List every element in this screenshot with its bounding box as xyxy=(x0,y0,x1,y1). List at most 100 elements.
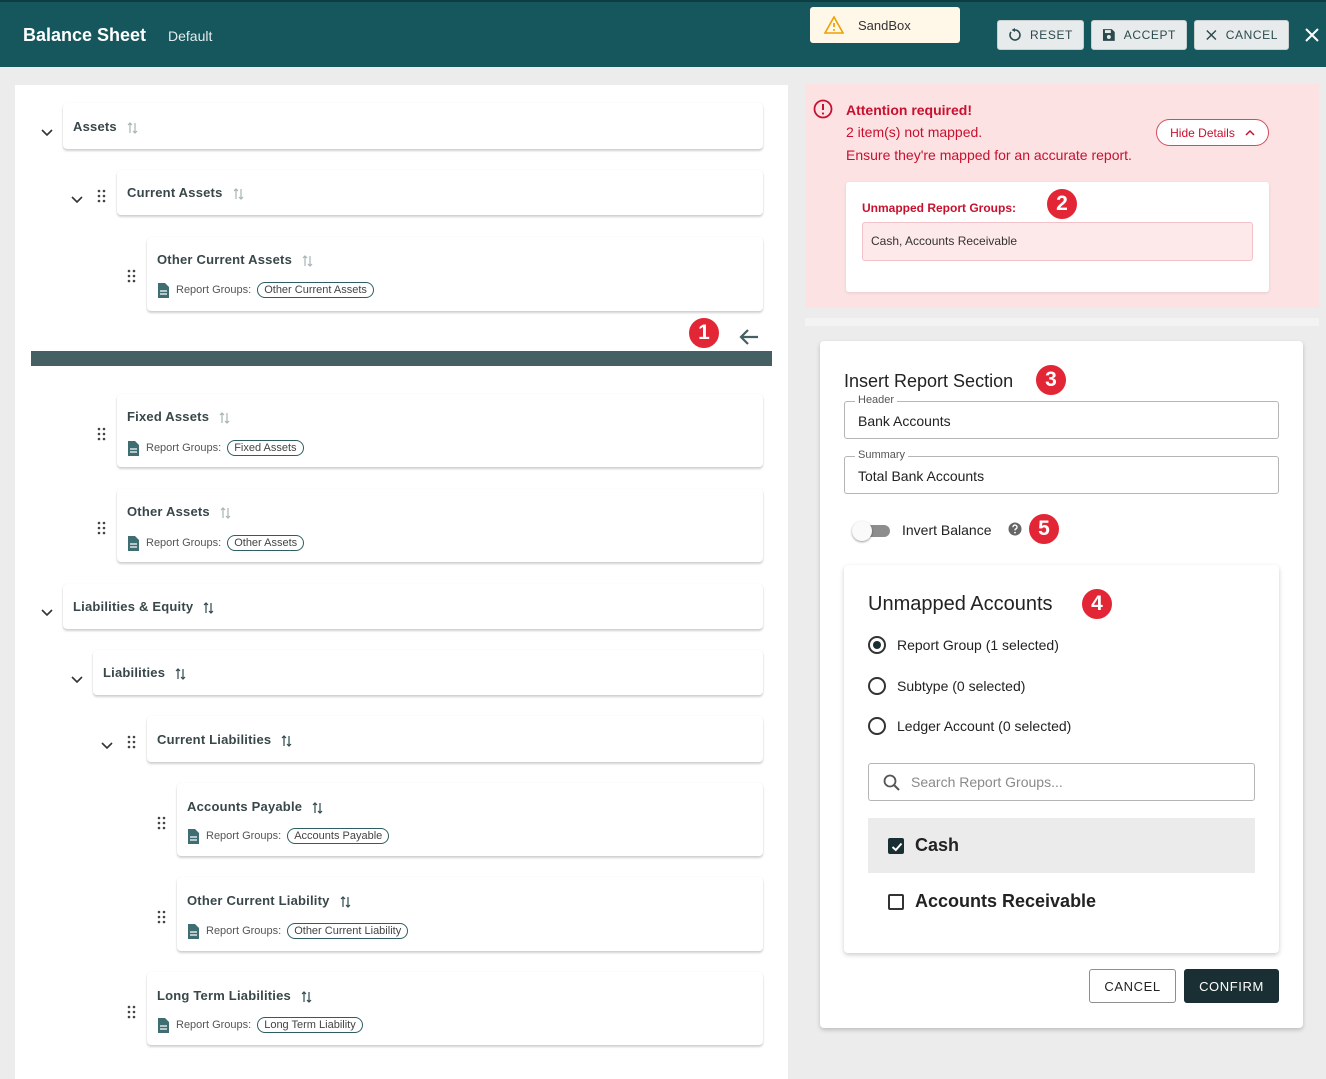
section-title: Insert Report Section xyxy=(844,371,1014,391)
radio-selected-icon xyxy=(868,636,886,654)
chevron-down-icon[interactable] xyxy=(41,126,53,138)
reset-icon xyxy=(1009,28,1021,41)
sort-icon[interactable] xyxy=(175,667,187,680)
section-card-other-current-assets[interactable]: Other Current Assets Report Groups: Othe… xyxy=(147,237,763,311)
section-card-liabilities[interactable]: Liabilities xyxy=(93,650,763,695)
sandbox-badge: SandBox xyxy=(810,7,960,43)
report-group-chip: Other Assets xyxy=(227,535,305,551)
drag-handle-icon[interactable] xyxy=(157,816,167,830)
drag-handle-icon[interactable] xyxy=(127,1005,137,1019)
cancel-dialog-button[interactable]: CANCEL xyxy=(1089,969,1176,1003)
chevron-down-icon[interactable] xyxy=(41,606,53,618)
accept-label: ACCEPT xyxy=(1123,28,1176,42)
section-label: Fixed Assets xyxy=(127,409,210,424)
sort-icon[interactable] xyxy=(302,254,314,267)
drag-handle-icon[interactable] xyxy=(157,910,167,924)
alert-message: Ensure they're mapped for an accurate re… xyxy=(846,147,1132,163)
report-group-chip: Long Term Liability xyxy=(257,1017,363,1033)
drag-handle-icon[interactable] xyxy=(127,735,137,749)
unmapped-accounts-title: Unmapped Accounts xyxy=(868,593,1053,615)
sort-icon[interactable] xyxy=(312,801,324,814)
section-label: Long Term Liabilities xyxy=(157,988,291,1003)
section-label: Liabilities & Equity xyxy=(73,599,194,614)
drag-handle-icon[interactable] xyxy=(97,521,107,535)
radio-report-group[interactable]: Report Group (1 selected) xyxy=(868,636,1059,654)
sort-icon[interactable] xyxy=(339,895,352,908)
help-icon[interactable] xyxy=(1008,522,1022,536)
chevron-down-icon[interactable] xyxy=(71,193,83,205)
annotation-badge-2: 2 xyxy=(1045,187,1079,221)
section-label: Liabilities xyxy=(103,665,166,680)
summary-field[interactable]: Summary Total Bank Accounts xyxy=(844,449,1279,494)
document-icon xyxy=(127,535,140,551)
section-card-long-term-liabilities[interactable]: Long Term Liabilities Report Groups: Lon… xyxy=(147,972,763,1045)
section-card-accounts-payable[interactable]: Accounts Payable Report Groups: Accounts… xyxy=(177,783,763,856)
search-icon xyxy=(883,774,900,791)
option-accounts-receivable[interactable]: Accounts Receivable xyxy=(868,874,1255,929)
annotation-badge-1: 1 xyxy=(687,316,721,350)
field-value: Total Bank Accounts xyxy=(858,468,985,484)
field-label: Header xyxy=(855,394,898,406)
checkbox-checked-icon xyxy=(888,837,904,854)
report-groups-label: Report Groups: xyxy=(176,1019,252,1031)
unmapped-groups-value: Cash, Accounts Receivable xyxy=(862,222,1253,261)
report-group-chip: Other Current Liability xyxy=(287,923,409,939)
sort-icon[interactable] xyxy=(232,187,245,200)
accept-button[interactable]: ACCEPT xyxy=(1091,20,1187,50)
section-card-other-current-liability[interactable]: Other Current Liability Report Groups: O… xyxy=(177,877,763,951)
sort-icon[interactable] xyxy=(281,734,293,747)
report-group-chip: Accounts Payable xyxy=(287,828,390,844)
chevron-down-icon[interactable] xyxy=(101,739,113,751)
document-icon xyxy=(127,440,140,456)
hide-details-button[interactable]: Hide Details xyxy=(1156,119,1269,146)
section-card-other-assets[interactable]: Other Assets Report Groups: Other Assets xyxy=(117,489,763,562)
annotation-badge-4: 4 xyxy=(1080,587,1114,621)
chevron-up-icon xyxy=(1245,129,1255,136)
section-label: Assets xyxy=(73,119,117,134)
section-card-current-liabilities[interactable]: Current Liabilities xyxy=(147,716,763,762)
header-field[interactable]: Header Bank Accounts xyxy=(844,394,1279,439)
drag-handle-icon[interactable] xyxy=(97,189,107,203)
option-cash[interactable]: Cash xyxy=(868,818,1255,873)
section-label: Accounts Payable xyxy=(187,799,303,814)
radio-label: Ledger Account (0 selected) xyxy=(897,718,1072,734)
separator xyxy=(805,318,1319,326)
search-report-groups[interactable] xyxy=(868,763,1255,801)
reset-button[interactable]: RESET xyxy=(997,20,1084,50)
drag-handle-icon[interactable] xyxy=(97,427,107,441)
section-label: Other Current Liability xyxy=(187,893,330,908)
section-card-current-assets[interactable]: Current Assets xyxy=(117,170,763,215)
radio-label: Subtype (0 selected) xyxy=(897,678,1026,694)
drag-handle-icon[interactable] xyxy=(127,269,137,283)
sort-icon[interactable] xyxy=(219,411,231,424)
cancel-button[interactable]: CANCEL xyxy=(1194,20,1289,50)
hide-details-label: Hide Details xyxy=(1170,125,1235,140)
arrow-left-icon xyxy=(739,329,758,345)
field-label: Summary xyxy=(855,449,909,461)
confirm-button[interactable]: CONFIRM xyxy=(1184,969,1279,1003)
warning-icon xyxy=(824,16,844,34)
toggle-knob xyxy=(852,521,872,541)
error-icon xyxy=(813,99,833,119)
chevron-down-icon[interactable] xyxy=(71,673,83,685)
report-groups-label: Report Groups: xyxy=(206,925,282,937)
report-groups-label: Report Groups: xyxy=(176,284,252,296)
radio-ledger-account[interactable]: Ledger Account (0 selected) xyxy=(868,717,1071,735)
section-card-liabilities-equity[interactable]: Liabilities & Equity xyxy=(63,584,763,629)
annotation-badge-3: 3 xyxy=(1034,363,1068,397)
sort-icon[interactable] xyxy=(203,601,215,614)
sort-icon[interactable] xyxy=(301,990,313,1003)
section-card-assets[interactable]: Assets xyxy=(63,103,763,149)
radio-subtype[interactable]: Subtype (0 selected) xyxy=(868,677,1025,695)
sort-icon[interactable] xyxy=(127,121,139,134)
annotation-badge-5: 5 xyxy=(1027,512,1061,546)
search-input[interactable] xyxy=(911,772,1241,792)
checkbox-icon xyxy=(888,893,904,910)
sort-icon[interactable] xyxy=(220,506,232,519)
section-card-fixed-assets[interactable]: Fixed Assets Report Groups: Fixed Assets xyxy=(117,394,763,467)
unmapped-groups-label: Unmapped Report Groups: xyxy=(862,201,1017,215)
close-window-icon[interactable] xyxy=(1303,26,1321,44)
section-label: Other Assets xyxy=(127,504,210,519)
unmapped-accounts-card: Unmapped Accounts Report Group (1 select… xyxy=(844,565,1279,953)
invert-balance-toggle[interactable] xyxy=(852,521,890,541)
